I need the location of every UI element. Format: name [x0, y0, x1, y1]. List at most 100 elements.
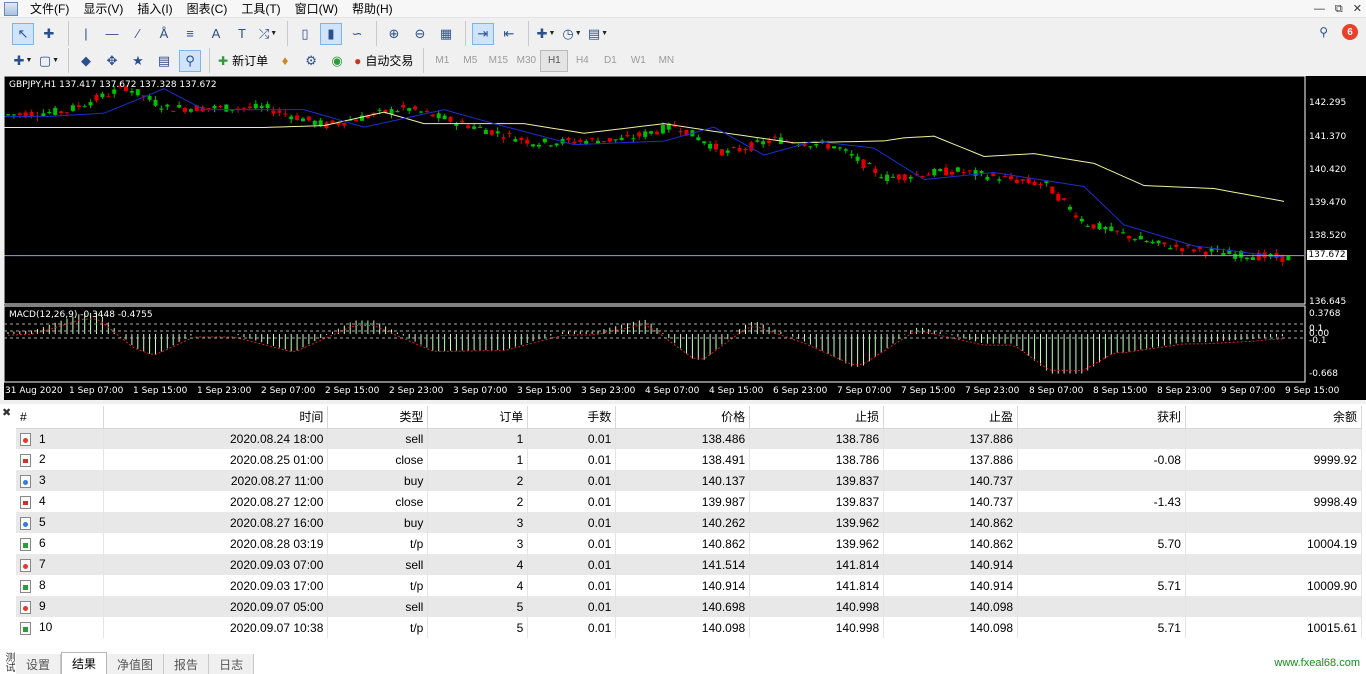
zoom-in-icon[interactable]: ⊕ [383, 23, 405, 45]
table-row[interactable]: 6 2020.08.28 03:19 t/p 3 0.01 140.862 139.962 1… [16, 533, 1363, 554]
candle-body [1121, 232, 1126, 234]
menu-tools[interactable]: 工具(T) [235, 0, 288, 18]
table-row[interactable]: 4 2020.08.27 12:00 close 2 0.01 139.987 139.83… [16, 491, 1363, 512]
bar-chart-icon[interactable]: ▯ [294, 23, 316, 45]
minimize-icon[interactable]: — [1314, 0, 1325, 18]
tile-windows-icon[interactable]: ▦ [435, 23, 457, 45]
candle-body [991, 173, 996, 176]
col-tp[interactable]: 止盈 [883, 406, 1019, 429]
table-row[interactable]: 7 2020.09.03 07:00 sell 4 0.01 141.514 141.814… [16, 554, 1363, 575]
line-chart-icon[interactable]: ∽ [346, 23, 368, 45]
tab-equity-graph[interactable]: 净值图 [107, 654, 165, 674]
col-order[interactable]: 订单 [427, 406, 529, 429]
candle-body [489, 130, 494, 135]
zoom-out-icon[interactable]: ⊖ [409, 23, 431, 45]
restore-icon[interactable]: ⧉ [1335, 0, 1343, 18]
market-icon[interactable]: ◉ [326, 50, 348, 72]
signals-icon[interactable]: ⚙ [300, 50, 322, 72]
price-chart[interactable]: 142.295 141.370 140.420 139.470 138.520 136.6… [4, 76, 1366, 400]
col-type[interactable]: 类型 [327, 406, 429, 429]
strategy-tester-icon[interactable]: ⚲ [179, 49, 201, 72]
tab-journal[interactable]: 日志 [209, 654, 255, 674]
cell-order: 1 [427, 449, 529, 470]
col-sl[interactable]: 止损 [749, 406, 885, 429]
auto-trading-button[interactable]: ● 自动交易 [350, 50, 417, 72]
col-lots[interactable]: 手数 [527, 406, 617, 429]
menu-help[interactable]: 帮助(H) [346, 0, 401, 18]
trendline-icon[interactable]: ∕ [127, 23, 149, 45]
table-row[interactable]: 10 2020.09.07 10:38 t/p 5 0.01 140.098 140.998… [16, 617, 1363, 638]
timeframe-d1[interactable]: D1 [596, 50, 624, 72]
auto-scroll-icon[interactable]: ⇥ [472, 22, 494, 45]
timeframe-m5[interactable]: M5 [456, 50, 484, 72]
terminal-icon[interactable]: ▤ [153, 50, 175, 72]
menu-file[interactable]: 文件(F) [24, 0, 77, 18]
col-balance[interactable]: 余额 [1185, 406, 1363, 429]
candle-body [47, 111, 52, 114]
table-row[interactable]: 3 2020.08.27 11:00 buy 2 0.01 140.137 139.837 1… [16, 470, 1363, 491]
menu-window[interactable]: 窗口(W) [289, 0, 346, 18]
navigator-icon[interactable]: ★ [127, 50, 149, 72]
table-row[interactable]: 5 2020.08.27 16:00 buy 3 0.01 140.262 139.962 1… [16, 512, 1363, 533]
data-window-icon[interactable]: ✥ [101, 50, 123, 72]
close-panel-icon[interactable]: ✖ [2, 406, 11, 419]
cursor-icon[interactable]: ↖ [12, 22, 34, 45]
timeframe-h4[interactable]: H4 [568, 50, 596, 72]
cell-num: 8 [16, 575, 105, 596]
table-row[interactable]: 1 2020.08.24 18:00 sell 1 0.01 138.486 138.786… [16, 428, 1363, 449]
timeframe-m30[interactable]: M30 [512, 50, 540, 72]
text-icon[interactable]: A [205, 23, 227, 45]
indicators-icon[interactable]: ✚ ▼ [535, 23, 557, 45]
timeframe-m1[interactable]: M1 [428, 50, 456, 72]
menu-charts[interactable]: 图表(C) [181, 0, 236, 18]
vertical-line-icon[interactable]: | [75, 23, 97, 45]
candle-body [395, 111, 400, 113]
periods-icon[interactable]: ◷ ▼ [561, 23, 583, 45]
timeframe-h1[interactable]: H1 [540, 49, 569, 72]
menu-insert[interactable]: 插入(I) [131, 0, 180, 18]
timeframe-mn[interactable]: MN [652, 50, 680, 72]
candle-body [147, 96, 152, 100]
notification-badge[interactable]: 6 [1342, 24, 1358, 40]
table-row[interactable]: 2 2020.08.25 01:00 close 1 0.01 138.491 138.78… [16, 449, 1363, 470]
col-time[interactable]: 时间 [103, 406, 329, 429]
chart-shift-icon[interactable]: ⇤ [498, 23, 520, 45]
candlestick-icon[interactable]: ▮ [320, 22, 342, 45]
close-icon[interactable]: ✕ [1353, 0, 1362, 18]
timeframe-w1[interactable]: W1 [624, 50, 652, 72]
tab-report[interactable]: 报告 [164, 654, 210, 674]
tab-results[interactable]: 结果 [61, 652, 108, 674]
profiles-icon[interactable]: ▢ ▼ [38, 50, 60, 72]
time-tick-label: 2 Sep 15:00 [325, 386, 380, 396]
metaeditor-icon[interactable]: ♦ [274, 50, 296, 72]
candle-body [271, 110, 276, 114]
col-profit[interactable]: 获利 [1017, 406, 1186, 429]
cell-price: 138.486 [615, 428, 751, 449]
tab-settings[interactable]: 设置 [16, 654, 62, 674]
row-number: 5 [39, 515, 46, 530]
templates-icon[interactable]: ▤ ▼ [587, 23, 609, 45]
cell-tp: 140.098 [883, 617, 1019, 638]
candle-body [306, 116, 311, 121]
col-price[interactable]: 价格 [615, 406, 751, 429]
crosshair-icon[interactable]: ✚ [38, 23, 60, 45]
label-icon[interactable]: T [231, 23, 253, 45]
results-header-row: # 时间 类型 订单 手数 价格 止损 止盈 获利 余额 [16, 406, 1363, 429]
menu-view[interactable]: 显示(V) [77, 0, 131, 18]
candle-body [601, 141, 606, 143]
table-row[interactable]: 9 2020.09.07 05:00 sell 5 0.01 140.698 140.998… [16, 596, 1363, 617]
table-row[interactable]: 8 2020.09.03 17:00 t/p 4 0.01 140.914 141.814 1… [16, 575, 1363, 596]
horizontal-line-icon[interactable]: — [101, 23, 123, 45]
arrows-icon[interactable]: ⤮ ▼ [257, 23, 279, 45]
cell-lots: 0.01 [527, 617, 617, 638]
search-icon[interactable]: ⚲ [1319, 25, 1328, 39]
ma-slow-line [4, 111, 1285, 202]
channel-icon[interactable]: Å [153, 23, 175, 45]
cell-num: 2 [16, 449, 105, 470]
col-num[interactable]: # [16, 406, 105, 429]
timeframe-m15[interactable]: M15 [484, 50, 512, 72]
market-watch-icon[interactable]: ◆ [75, 50, 97, 72]
new-chart-icon[interactable]: ✚ ▼ [12, 50, 34, 72]
fibonacci-icon[interactable]: ≡ [179, 23, 201, 45]
new-order-button[interactable]: ✚ 新订单 [214, 50, 272, 72]
